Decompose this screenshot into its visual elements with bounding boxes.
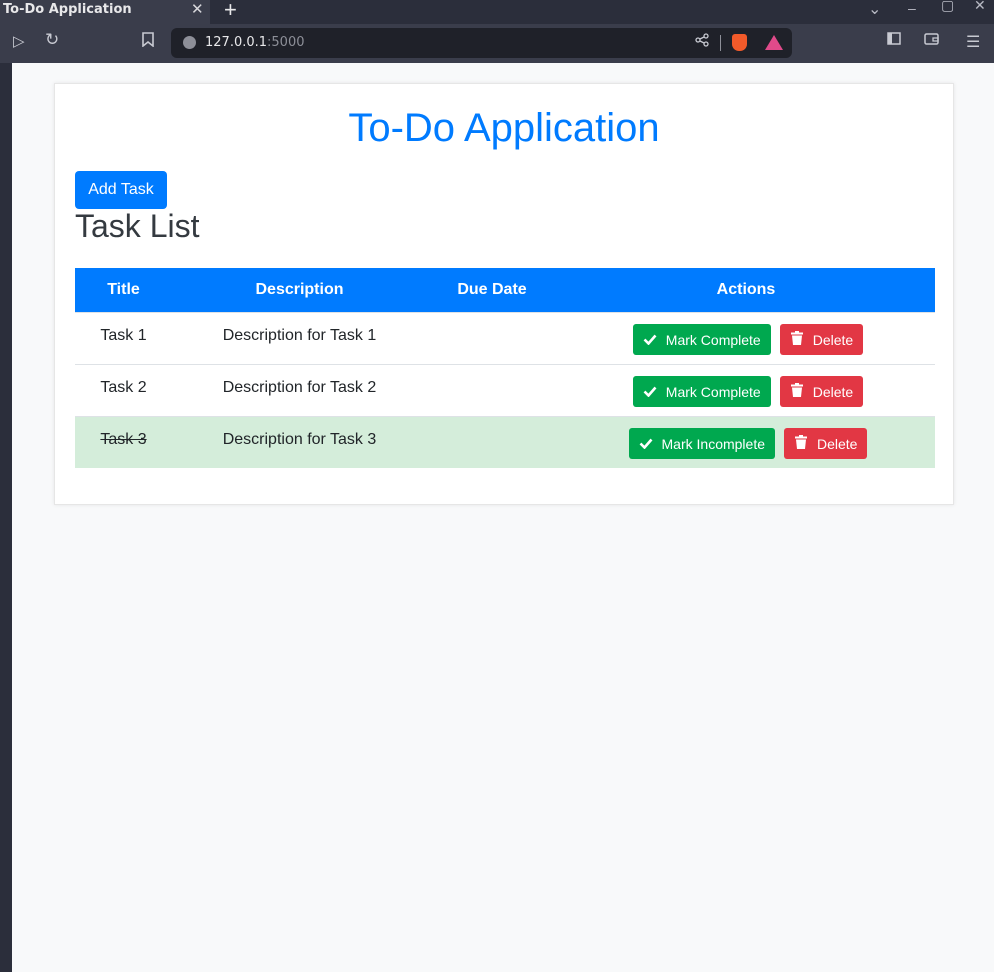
table-row: Task 1 Description for Task 1 Mark Compl… bbox=[75, 312, 935, 365]
task-list-heading: Task List bbox=[75, 208, 200, 244]
task-description: Description for Task 1 bbox=[222, 327, 377, 344]
url-divider bbox=[720, 35, 721, 51]
tab-title: To-Do Application bbox=[3, 2, 132, 17]
task-title: Task 2 bbox=[100, 379, 147, 396]
tab-list-icon[interactable]: ⌄ bbox=[868, 0, 881, 19]
trash-icon bbox=[790, 331, 804, 348]
task-due-date bbox=[427, 313, 557, 327]
close-window-icon[interactable]: ✕ bbox=[974, 0, 986, 14]
delete-button[interactable]: Delete bbox=[784, 428, 868, 459]
page-title: To-Do Application bbox=[348, 106, 660, 150]
sidebar-icon[interactable] bbox=[887, 32, 901, 49]
browser-tab[interactable]: To-Do Application ✕ bbox=[0, 0, 210, 24]
mark-complete-button[interactable]: Mark Complete bbox=[632, 324, 771, 355]
task-title: Task 3 bbox=[100, 431, 147, 448]
button-label: Delete bbox=[817, 435, 858, 452]
wallet-icon[interactable] bbox=[924, 32, 939, 49]
header-actions: Actions bbox=[557, 268, 935, 313]
check-icon bbox=[643, 332, 657, 348]
share-icon[interactable] bbox=[695, 33, 709, 50]
delete-button[interactable]: Delete bbox=[779, 376, 864, 407]
play-icon[interactable]: ▷ bbox=[13, 32, 25, 50]
button-label: Mark Incomplete bbox=[661, 435, 765, 452]
trash-icon bbox=[790, 383, 804, 400]
url-text: 127.0.0.1:5000 bbox=[205, 35, 305, 50]
left-edge bbox=[0, 63, 12, 972]
button-label: Mark Complete bbox=[665, 331, 761, 348]
new-tab-icon[interactable]: + bbox=[224, 0, 237, 23]
row-actions: Mark Incomplete Delete bbox=[557, 417, 935, 459]
browser-toolbar: ▷ ↻ 127.0.0.1:5000 ☰ bbox=[0, 24, 994, 63]
delete-button[interactable]: Delete bbox=[779, 324, 864, 355]
button-label: Delete bbox=[812, 331, 854, 348]
table-row: Task 2 Description for Task 2 Mark Compl… bbox=[75, 364, 935, 417]
page: To-Do Application Add Task Task List Tit… bbox=[12, 63, 994, 972]
mark-complete-button[interactable]: Mark Complete bbox=[632, 376, 771, 407]
mark-incomplete-button[interactable]: Mark Incomplete bbox=[628, 428, 775, 459]
check-icon bbox=[639, 436, 653, 452]
task-title: Task 1 bbox=[100, 327, 147, 344]
task-description: Description for Task 2 bbox=[222, 379, 377, 396]
header-due-date: Due Date bbox=[427, 268, 557, 313]
header-title: Title bbox=[75, 268, 172, 313]
trash-icon bbox=[794, 435, 808, 452]
table-header-row: Title Description Due Date Actions bbox=[75, 268, 935, 313]
header-description: Description bbox=[172, 268, 427, 313]
row-actions: Mark Complete Delete bbox=[557, 365, 935, 407]
add-task-button[interactable]: Add Task bbox=[75, 171, 167, 209]
browser-tabbar: To-Do Application ✕ + ⌄ – ▢ ✕ bbox=[0, 0, 994, 24]
button-label: Delete bbox=[812, 383, 854, 400]
brave-rewards-icon[interactable] bbox=[765, 35, 783, 50]
button-label: Mark Complete bbox=[665, 383, 761, 400]
task-table: Title Description Due Date Actions Task … bbox=[75, 268, 935, 468]
task-due-date bbox=[427, 365, 557, 379]
task-description: Description for Task 3 bbox=[222, 431, 377, 448]
menu-icon[interactable]: ☰ bbox=[966, 32, 980, 52]
reload-icon[interactable]: ↻ bbox=[45, 30, 59, 50]
minimize-icon[interactable]: – bbox=[908, 0, 916, 16]
close-tab-icon[interactable]: ✕ bbox=[191, 0, 204, 18]
bookmark-icon[interactable] bbox=[142, 32, 154, 51]
maximize-icon[interactable]: ▢ bbox=[941, 0, 954, 14]
table-row-completed: Task 3 Description for Task 3 Mark Incom… bbox=[75, 416, 935, 468]
todo-card: To-Do Application Add Task Task List Tit… bbox=[54, 83, 954, 505]
site-info-icon[interactable] bbox=[183, 36, 196, 49]
brave-shields-icon[interactable] bbox=[732, 34, 747, 51]
check-icon bbox=[643, 384, 657, 400]
address-bar[interactable]: 127.0.0.1:5000 bbox=[171, 28, 792, 58]
row-actions: Mark Complete Delete bbox=[557, 313, 935, 355]
task-due-date bbox=[427, 417, 557, 431]
